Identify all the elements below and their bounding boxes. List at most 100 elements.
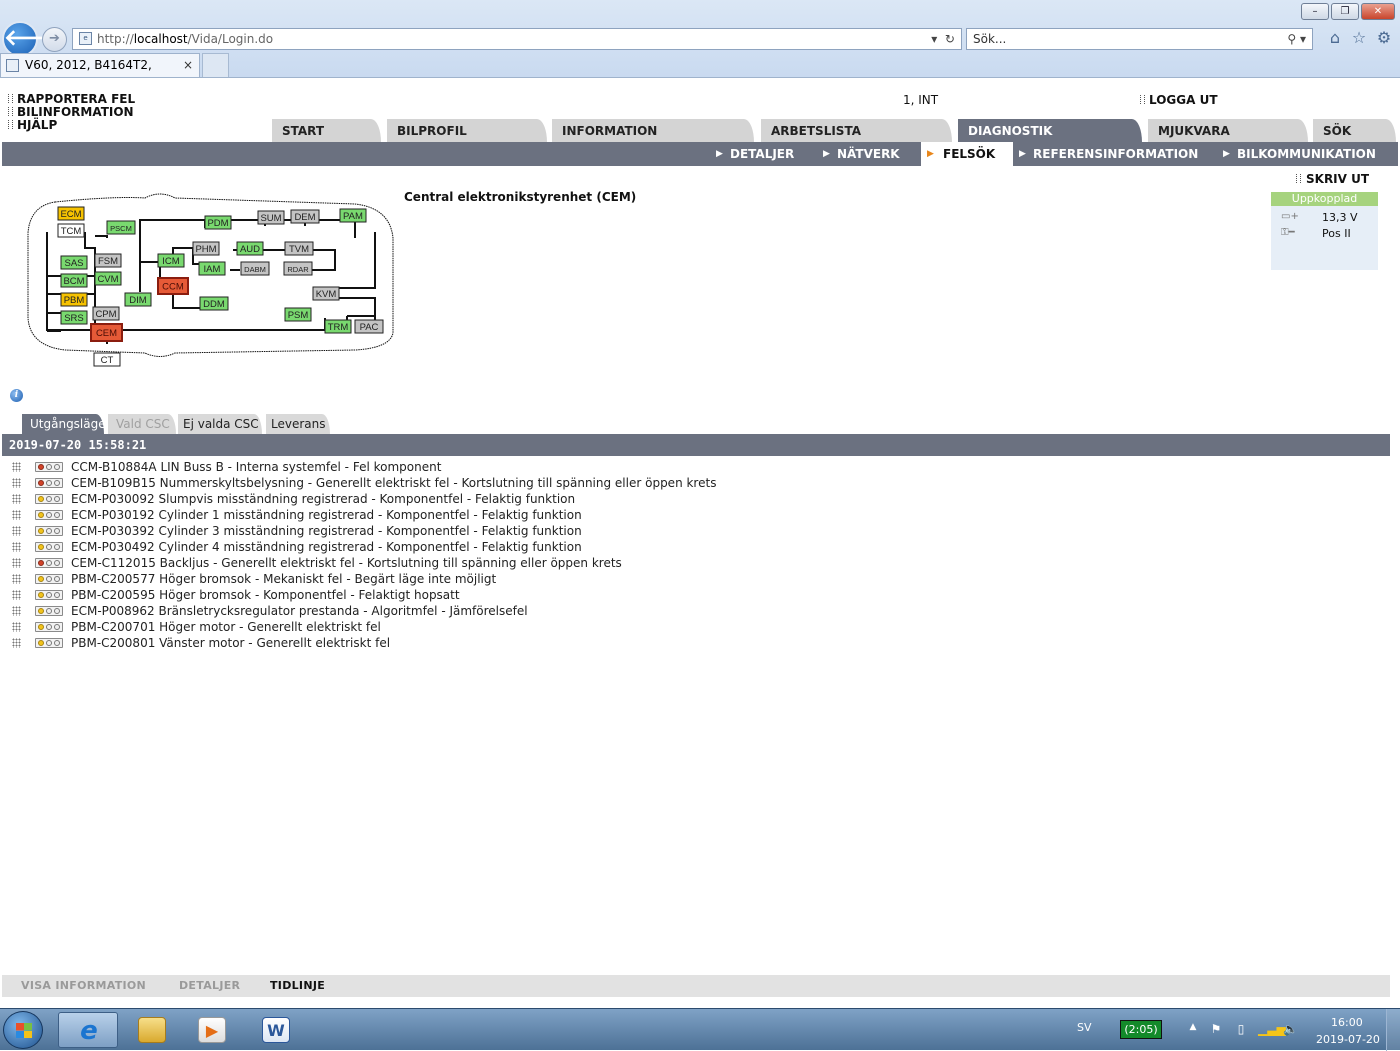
dtc-row[interactable]: ECM-P030192 Cylinder 1 misständning regi… <box>12 507 1012 523</box>
maximize-button[interactable]: ❐ <box>1331 3 1359 20</box>
drag-handle-icon[interactable] <box>12 542 21 552</box>
tab-arbetslista[interactable]: ARBETSLISTA <box>761 119 952 142</box>
dtc-row[interactable]: CEM-C112015 Backljus - Generellt elektri… <box>12 555 1012 571</box>
module-iam[interactable]: IAM <box>198 261 226 276</box>
module-rdar[interactable]: RDAR <box>283 261 313 276</box>
tab-diagnostik[interactable]: DIAGNOSTIK <box>958 119 1142 142</box>
subtab-bilkommunikation[interactable]: ▶ BILKOMMUNIKATION <box>1223 142 1376 166</box>
report-error-link[interactable]: RAPPORTERA FEL <box>8 92 135 106</box>
help-link[interactable]: HJÄLP <box>8 118 57 132</box>
module-pscm[interactable]: PSCM <box>106 220 136 235</box>
bottom-tab-detaljer[interactable]: DETALJER <box>179 975 240 997</box>
search-icon[interactable]: ⚲ ▾ <box>1287 29 1306 49</box>
module-trm[interactable]: TRM <box>324 319 352 334</box>
module-dim[interactable]: DIM <box>124 292 152 307</box>
dtc-tab-utgangslage[interactable]: Utgångsläge <box>22 414 106 434</box>
module-dem[interactable]: DEM <box>290 209 320 224</box>
module-dabm[interactable]: DABM <box>240 261 270 276</box>
drag-handle-icon[interactable] <box>12 574 21 584</box>
tab-close-icon[interactable]: × <box>183 54 193 76</box>
tab-start[interactable]: START <box>272 119 381 142</box>
forward-button[interactable]: ➔ <box>42 27 67 52</box>
dtc-row[interactable]: CCM-B10884A LIN Buss B - Interna systemf… <box>12 459 1012 475</box>
power-battery-icon[interactable]: ▯ <box>1234 1022 1248 1036</box>
module-fsm[interactable]: FSM <box>94 253 122 268</box>
tab-mjukvara[interactable]: MJUKVARA <box>1148 119 1308 142</box>
dtc-row[interactable]: ECM-P030492 Cylinder 4 misständning regi… <box>12 539 1012 555</box>
drag-handle-icon[interactable] <box>12 478 21 488</box>
module-icm[interactable]: ICM <box>157 253 185 268</box>
volume-icon[interactable]: 🔈 <box>1283 1022 1298 1036</box>
module-tvm[interactable]: TVM <box>284 241 314 256</box>
minimize-button[interactable]: – <box>1301 3 1329 20</box>
tab-bilprofil[interactable]: BILPROFIL <box>387 119 547 142</box>
dtc-row[interactable]: PBM-C200801 Vänster motor - Generellt el… <box>12 635 1012 651</box>
clock-time[interactable]: 16:00 <box>1331 1016 1363 1029</box>
search-input[interactable]: Sök... ⚲ ▾ <box>966 28 1313 50</box>
tab-information[interactable]: INFORMATION <box>552 119 754 142</box>
show-hidden-icons-icon[interactable]: ▲ <box>1186 1022 1200 1032</box>
module-cvm[interactable]: CVM <box>94 271 122 286</box>
dtc-row[interactable]: PBM-C200595 Höger bromsok - Komponentfel… <box>12 587 1012 603</box>
network-signal-icon[interactable]: ▁▃▅ <box>1258 1022 1286 1036</box>
tab-sok[interactable]: SÖK <box>1313 119 1396 142</box>
drag-handle-icon[interactable] <box>12 590 21 600</box>
module-pam[interactable]: PAM <box>339 208 367 223</box>
module-ccm[interactable]: CCM <box>157 277 189 295</box>
module-phm[interactable]: PHM <box>192 241 220 256</box>
module-sas[interactable]: SAS <box>60 255 88 270</box>
dtc-row[interactable]: PBM-C200577 Höger bromsok - Mekaniskt fe… <box>12 571 1012 587</box>
module-ecm[interactable]: ECM <box>57 206 85 221</box>
drag-handle-icon[interactable] <box>12 510 21 520</box>
module-cpm[interactable]: CPM <box>92 306 120 321</box>
dtc-tab-leverans[interactable]: Leverans <box>266 414 330 434</box>
start-button[interactable] <box>3 1011 43 1049</box>
dtc-row[interactable]: ECM-P030092 Slumpvis misständning regist… <box>12 491 1012 507</box>
dtc-row[interactable]: CEM-B109B15 Nummerskyltsbelysning - Gene… <box>12 475 1012 491</box>
dtc-tab-ej-valda-csc[interactable]: Ej valda CSC <box>178 414 262 434</box>
taskbar-internet-explorer[interactable]: e <box>58 1012 118 1048</box>
favorites-star-icon[interactable]: ☆ <box>1350 29 1368 47</box>
module-pbm[interactable]: PBM <box>60 292 88 307</box>
module-psm[interactable]: PSM <box>284 307 312 322</box>
bottom-tab-visa-information[interactable]: VISA INFORMATION <box>21 975 146 997</box>
drag-handle-icon[interactable] <box>12 606 21 616</box>
back-button[interactable]: 🡐 <box>2 21 63 57</box>
new-tab-button[interactable] <box>202 53 229 77</box>
module-pdm[interactable]: PDM <box>204 215 232 230</box>
action-center-flag-icon[interactable]: ⚑ <box>1209 1022 1223 1036</box>
module-sum[interactable]: SUM <box>257 210 285 225</box>
close-window-button[interactable]: ✕ <box>1361 3 1395 20</box>
drag-handle-icon[interactable] <box>12 494 21 504</box>
dtc-tab-vald-csc[interactable]: Vald CSC <box>108 414 176 434</box>
address-bar[interactable]: e http://localhost/Vida/Login.do ▾ ↻ <box>72 28 962 50</box>
module-bcm[interactable]: BCM <box>60 273 88 288</box>
show-desktop-button[interactable] <box>1386 1009 1400 1051</box>
info-icon[interactable]: i <box>10 389 23 402</box>
taskbar-media-player[interactable]: ▶ <box>182 1012 242 1048</box>
logout-link[interactable]: LOGGA UT <box>1140 93 1218 107</box>
subtab-referensinformation[interactable]: ▶ REFERENSINFORMATION <box>1019 142 1198 166</box>
settings-gear-icon[interactable]: ⚙ <box>1375 29 1393 47</box>
refresh-icon[interactable]: ▾ ↻ <box>931 29 955 49</box>
module-tcm[interactable]: TCM <box>57 223 85 238</box>
module-ct[interactable]: CT <box>93 352 121 367</box>
module-ddm[interactable]: DDM <box>199 296 229 311</box>
module-pac[interactable]: PAC <box>354 319 384 334</box>
print-button[interactable]: SKRIV UT <box>1296 172 1369 186</box>
bottom-tab-tidlinje[interactable]: TIDLINJE <box>270 975 325 997</box>
module-cem[interactable]: CEM <box>90 323 123 342</box>
drag-handle-icon[interactable] <box>12 638 21 648</box>
drag-handle-icon[interactable] <box>12 526 21 536</box>
language-indicator[interactable]: SV <box>1077 1021 1092 1034</box>
module-kvm[interactable]: KVM <box>312 286 340 301</box>
clock-date[interactable]: 2019-07-20 <box>1316 1033 1380 1046</box>
subtab-detaljer[interactable]: ▶ DETALJER <box>716 142 794 166</box>
dtc-row[interactable]: ECM-P030392 Cylinder 3 misständning regi… <box>12 523 1012 539</box>
module-srs[interactable]: SRS <box>60 310 88 325</box>
subtab-natverk[interactable]: ▶ NÄTVERK <box>823 142 900 166</box>
car-information-link[interactable]: BILINFORMATION <box>8 105 134 119</box>
dtc-row[interactable]: ECM-P008962 Bränsletrycksregulator prest… <box>12 603 1012 619</box>
drag-handle-icon[interactable] <box>12 558 21 568</box>
taskbar-word[interactable]: W <box>246 1012 306 1048</box>
